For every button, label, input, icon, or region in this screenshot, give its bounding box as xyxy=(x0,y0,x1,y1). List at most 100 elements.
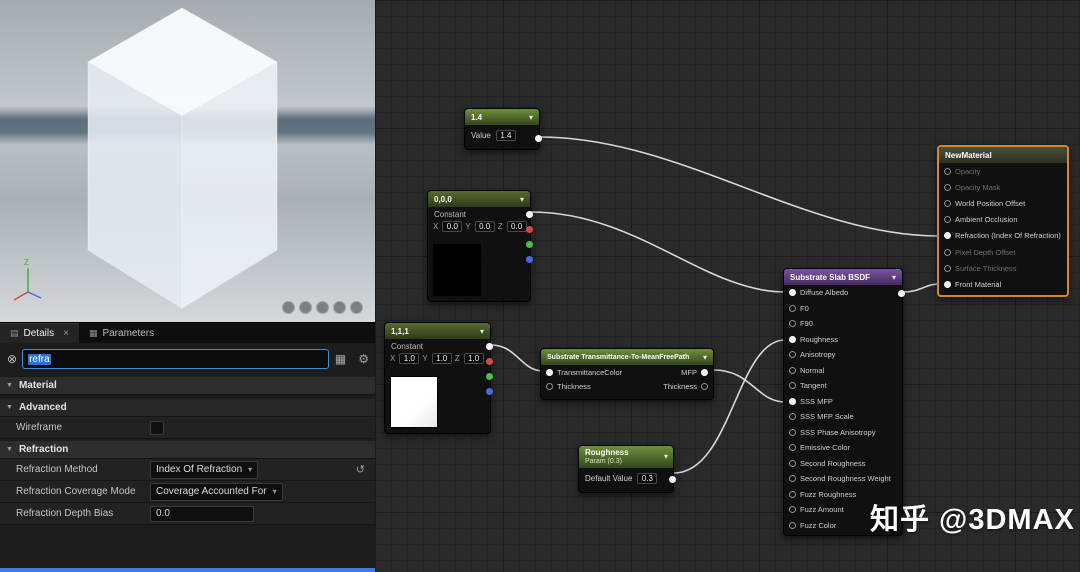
input-pin[interactable] xyxy=(789,521,796,529)
node-header[interactable]: 1.4 ▾ xyxy=(465,109,539,125)
collapse-icon[interactable]: ▾ xyxy=(703,353,707,362)
input-pin[interactable] xyxy=(789,304,796,312)
input-pin[interactable] xyxy=(789,397,796,405)
collapse-icon[interactable]: ▾ xyxy=(520,195,524,204)
z-input[interactable]: 1.0 xyxy=(463,353,484,364)
tab-details[interactable]: ▤ Details × xyxy=(0,323,79,343)
output-pin-r[interactable] xyxy=(526,226,533,233)
input-pin[interactable] xyxy=(944,183,951,191)
material-graph-canvas[interactable]: 1.4 ▾ Value 1.4 0,0,0 ▾ Constant X 0.0 Y… xyxy=(375,0,1080,572)
input-pin[interactable] xyxy=(789,490,796,498)
chevron-down-icon: ▾ xyxy=(272,487,277,496)
input-pin[interactable] xyxy=(789,444,796,452)
output-pin-rgb[interactable] xyxy=(526,211,533,218)
node-newmaterial-output[interactable]: NewMaterial Opacity Opacity Mask World P… xyxy=(937,145,1069,297)
color-preview-white xyxy=(390,376,438,428)
node-header[interactable]: NewMaterial xyxy=(939,147,1067,163)
node-header[interactable]: 1,1,1 ▾ xyxy=(385,323,490,339)
pin-label: Tangent xyxy=(800,381,827,391)
preview-mesh xyxy=(87,7,278,309)
preview-shape-sphere-button[interactable] xyxy=(299,301,312,314)
output-pin-g[interactable] xyxy=(486,373,493,380)
input-pin[interactable] xyxy=(789,366,796,374)
node-constant3-111[interactable]: 1,1,1 ▾ Constant X 1.0 Y 1.0 Z 1.0 xyxy=(384,322,493,434)
output-pin-thickness[interactable] xyxy=(701,382,708,390)
section-refraction[interactable]: ▼ Refraction xyxy=(0,441,375,459)
input-pin-thickness[interactable] xyxy=(546,382,553,390)
pin-label: Fuzz Roughness xyxy=(800,489,857,499)
output-pin-mfp[interactable] xyxy=(701,368,708,376)
collapse-icon[interactable]: ▾ xyxy=(664,452,668,461)
search-input[interactable]: refra xyxy=(22,349,329,369)
wireframe-label: Wireframe xyxy=(16,422,63,433)
x-input[interactable]: 0.0 xyxy=(442,221,463,232)
y-input[interactable]: 1.0 xyxy=(431,353,452,364)
input-pin[interactable] xyxy=(789,475,796,483)
input-pin[interactable] xyxy=(944,280,951,288)
input-pin[interactable] xyxy=(789,428,796,436)
input-pin[interactable] xyxy=(944,167,951,175)
output-pin[interactable] xyxy=(535,135,542,142)
input-pin-transmittancecolor[interactable] xyxy=(546,368,553,376)
section-material[interactable]: ▼ Material xyxy=(0,377,375,395)
collapse-icon[interactable]: ▾ xyxy=(480,327,484,336)
preview-shape-mesh-button[interactable] xyxy=(350,301,363,314)
gear-icon[interactable]: ⚙ xyxy=(358,352,369,366)
collapse-icon[interactable]: ▾ xyxy=(892,273,896,282)
reset-to-default-icon[interactable]: ↺ xyxy=(356,463,365,476)
wireframe-checkbox[interactable] xyxy=(150,420,164,435)
node-constant-1-4[interactable]: 1.4 ▾ Value 1.4 xyxy=(464,108,542,150)
output-pin-b[interactable] xyxy=(526,256,533,263)
value-input[interactable]: 1.4 xyxy=(495,130,516,141)
output-pin-r[interactable] xyxy=(486,358,493,365)
refraction-depth-bias-input[interactable]: 0.0 xyxy=(150,505,254,522)
pin-label: Second Roughness Weight xyxy=(800,474,891,484)
viewport-3d[interactable]: Z xyxy=(0,0,375,322)
input-pin[interactable] xyxy=(944,216,951,224)
close-icon[interactable]: × xyxy=(63,328,69,339)
section-advanced[interactable]: ▼ Advanced xyxy=(0,399,375,417)
tab-parameters[interactable]: ▦ Parameters xyxy=(79,323,164,343)
z-label: Z xyxy=(454,354,460,363)
input-pin[interactable] xyxy=(789,413,796,421)
input-pin[interactable] xyxy=(944,199,951,207)
node-header[interactable]: Substrate Slab BSDF ▾ xyxy=(784,269,902,285)
input-pin[interactable] xyxy=(944,264,951,272)
input-pin[interactable] xyxy=(789,459,796,467)
clear-search-icon[interactable]: ⊗ xyxy=(7,352,17,366)
input-pin[interactable] xyxy=(789,382,796,390)
search-text-selected: refra xyxy=(28,353,51,365)
input-pin[interactable] xyxy=(789,289,796,297)
node-header[interactable]: Roughness Param (0.3) ▾ xyxy=(579,446,673,468)
input-pin[interactable] xyxy=(944,232,951,240)
input-pin[interactable] xyxy=(789,351,796,359)
preview-shape-cube-button[interactable] xyxy=(333,301,346,314)
output-pin[interactable] xyxy=(898,290,905,297)
input-pin[interactable] xyxy=(789,335,796,343)
node-roughness-param[interactable]: Roughness Param (0.3) ▾ Default Value 0.… xyxy=(578,445,676,493)
refraction-method-dropdown[interactable]: Index Of Refraction ▾ xyxy=(150,460,259,479)
node-header[interactable]: 0,0,0 ▾ xyxy=(428,191,530,207)
view-options-icon[interactable]: ▦ xyxy=(335,352,346,366)
input-pin[interactable] xyxy=(789,320,796,328)
details-icon: ▤ xyxy=(10,328,19,338)
output-pin-b[interactable] xyxy=(486,388,493,395)
output-pin[interactable] xyxy=(669,476,676,483)
value-input[interactable]: 0.3 xyxy=(637,473,658,484)
x-input[interactable]: 1.0 xyxy=(399,353,420,364)
input-pin[interactable] xyxy=(789,506,796,514)
input-pin[interactable] xyxy=(944,248,951,256)
node-transmittance-to-mfp[interactable]: Substrate Transmittance-To-MeanFreePath … xyxy=(540,348,714,400)
refraction-coverage-dropdown[interactable]: Coverage Accounted For ▾ xyxy=(150,482,283,501)
preview-shape-plane-button[interactable] xyxy=(316,301,329,314)
pin-label: Normal xyxy=(800,365,825,375)
y-input[interactable]: 0.0 xyxy=(474,221,495,232)
node-constant3-000[interactable]: 0,0,0 ▾ Constant X 0.0 Y 0.0 Z 0.0 xyxy=(427,190,533,302)
preview-shape-cylinder-button[interactable] xyxy=(282,301,295,314)
color-preview-black xyxy=(433,244,481,296)
node-header[interactable]: Substrate Transmittance-To-MeanFreePath … xyxy=(541,349,713,365)
output-pin-rgb[interactable] xyxy=(486,343,493,350)
output-pin-g[interactable] xyxy=(526,241,533,248)
z-input[interactable]: 0.0 xyxy=(506,221,527,232)
collapse-icon[interactable]: ▾ xyxy=(529,113,533,122)
